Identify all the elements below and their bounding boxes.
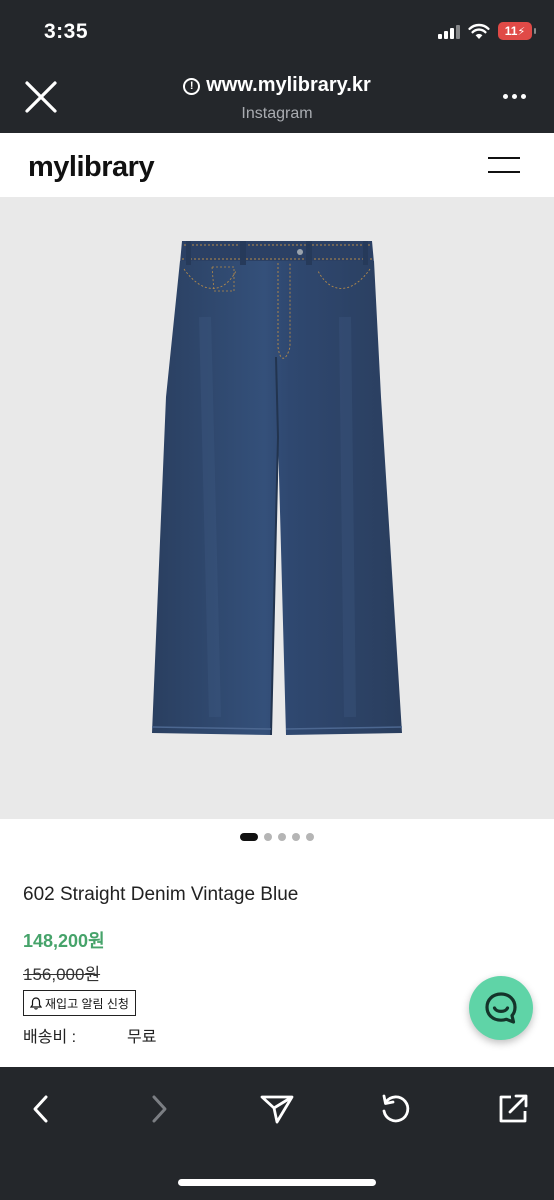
share-send-icon[interactable] xyxy=(255,1087,299,1131)
battery-level: 11 xyxy=(504,24,518,38)
shipping-value: 무료 xyxy=(127,1029,157,1046)
carousel-dot[interactable] xyxy=(306,833,314,841)
shipping-label: 배송비 : xyxy=(23,1029,77,1046)
bell-icon xyxy=(30,996,42,1010)
open-external-icon[interactable] xyxy=(491,1087,535,1131)
carousel-dot-active[interactable] xyxy=(240,833,258,841)
source-label: Instagram xyxy=(241,105,313,122)
forward-icon[interactable] xyxy=(137,1087,181,1131)
site-logo[interactable]: mylibrary xyxy=(28,151,155,184)
product-name: 602 Straight Denim Vintage Blue xyxy=(23,884,299,905)
home-indicator[interactable] xyxy=(178,1179,376,1186)
carousel-dot[interactable] xyxy=(264,833,272,841)
original-price: 156,000원 xyxy=(23,965,101,984)
product-image[interactable] xyxy=(0,197,554,819)
carousel-dot[interactable] xyxy=(292,833,300,841)
battery-charging-icon: 11 ⚡ xyxy=(498,22,536,40)
hamburger-menu-icon[interactable] xyxy=(488,155,520,175)
restock-alert-label: 재입고 알림 신청 xyxy=(45,996,129,1011)
info-icon[interactable]: ! xyxy=(183,78,201,95)
wifi-icon xyxy=(468,23,490,39)
status-time: 3:35 xyxy=(44,20,89,43)
reload-icon[interactable] xyxy=(373,1087,417,1131)
restock-alert-button[interactable]: 재입고 알림 신청 xyxy=(23,990,136,1016)
chat-button[interactable] xyxy=(469,976,533,1040)
signal-icon xyxy=(438,23,460,39)
sale-price: 148,200원 xyxy=(23,931,105,951)
browser-header: 3:35 11 ⚡ ! www.mylibrary.kr Instagram xyxy=(0,0,554,133)
carousel-dot[interactable] xyxy=(278,833,286,841)
status-icons: 11 ⚡ xyxy=(438,22,536,40)
chat-icon xyxy=(485,992,517,1024)
carousel-indicator xyxy=(0,833,554,841)
more-icon[interactable] xyxy=(503,94,526,99)
url-text: www.mylibrary.kr xyxy=(206,74,371,96)
jeans-image xyxy=(151,241,403,736)
back-icon[interactable] xyxy=(19,1087,63,1131)
screen: 3:35 11 ⚡ ! www.mylibrary.kr Instagram myl… xyxy=(0,0,554,1200)
site-header: mylibrary xyxy=(0,133,554,197)
charging-bolt-icon: ⚡ xyxy=(517,25,526,38)
address-bar[interactable]: ! www.mylibrary.kr xyxy=(0,74,554,97)
